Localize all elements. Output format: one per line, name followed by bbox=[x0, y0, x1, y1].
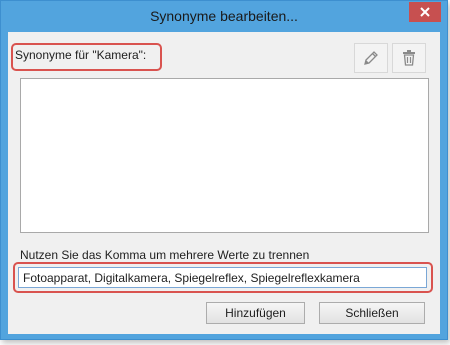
trash-icon bbox=[403, 50, 415, 66]
dialog-title: Synonyme bearbeiten... bbox=[150, 8, 298, 24]
pencil-icon bbox=[364, 51, 378, 65]
dialog-body: Synonyme für "Kamera": Nutzen Sie das Ko… bbox=[8, 32, 440, 334]
close-icon bbox=[420, 7, 430, 17]
synonyms-list[interactable] bbox=[20, 78, 429, 233]
close-window-button[interactable] bbox=[409, 2, 441, 22]
add-button[interactable]: Hinzufügen bbox=[206, 302, 305, 324]
title-bar[interactable]: Synonyme bearbeiten... bbox=[1, 1, 447, 32]
delete-button[interactable] bbox=[392, 43, 426, 73]
hint-text: Nutzen Sie das Komma um mehrere Werte zu… bbox=[20, 248, 310, 262]
synonyms-input[interactable] bbox=[18, 267, 427, 288]
synonyms-label: Synonyme für "Kamera": bbox=[15, 48, 147, 62]
close-button[interactable]: Schließen bbox=[319, 302, 425, 324]
dialog-window: Synonyme bearbeiten... Synonyme für "Kam… bbox=[0, 0, 448, 340]
edit-button[interactable] bbox=[354, 43, 388, 73]
